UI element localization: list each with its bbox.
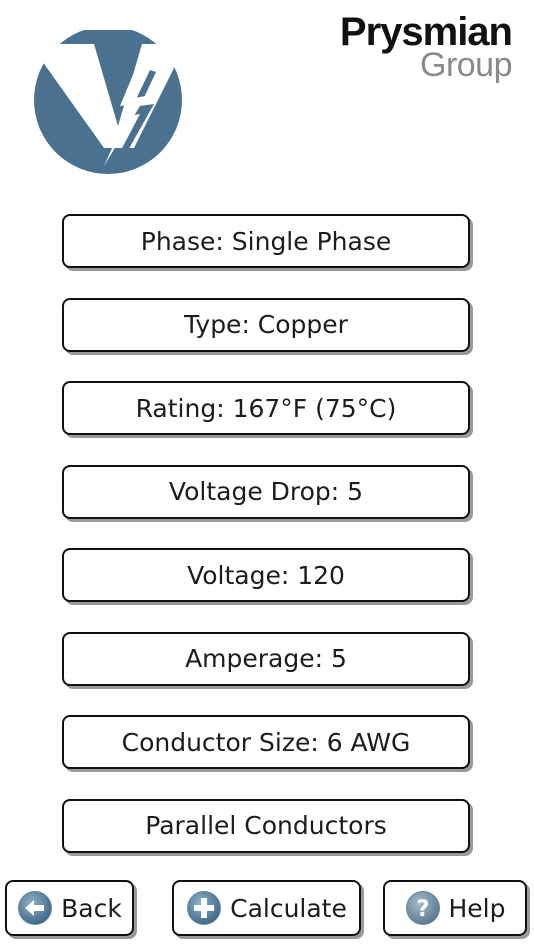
phase-button[interactable]: Phase: Single Phase: [62, 214, 470, 268]
question-circle-icon: ?: [405, 890, 441, 926]
help-button[interactable]: ? Help: [383, 880, 527, 936]
calculate-label: Calculate: [230, 893, 347, 923]
type-button[interactable]: Type: Copper: [62, 297, 470, 352]
action-bar: Back Calculate ? Help: [0, 880, 534, 936]
arrow-left-circle-icon: [17, 890, 53, 926]
back-label: Back: [61, 893, 122, 923]
plus-circle-icon: [186, 890, 222, 926]
back-button[interactable]: Back: [5, 880, 134, 936]
help-label: Help: [448, 893, 506, 923]
voltage-drop-button[interactable]: Voltage Drop: 5: [62, 464, 470, 519]
options-list: Phase: Single Phase Type: Copper Rating:…: [62, 214, 470, 882]
parallel-conductors-button[interactable]: Parallel Conductors: [62, 798, 470, 853]
amperage-button[interactable]: Amperage: 5: [62, 631, 470, 686]
svg-text:?: ?: [416, 897, 429, 922]
conductor-size-button[interactable]: Conductor Size: 6 AWG: [62, 715, 470, 769]
brand-logo: Prysmian Group: [340, 12, 513, 82]
rating-button[interactable]: Rating: 167°F (75°C): [62, 381, 470, 435]
calculate-button[interactable]: Calculate: [172, 880, 361, 936]
app-logo-icon: [30, 26, 186, 175]
voltage-button[interactable]: Voltage: 120: [62, 548, 470, 602]
